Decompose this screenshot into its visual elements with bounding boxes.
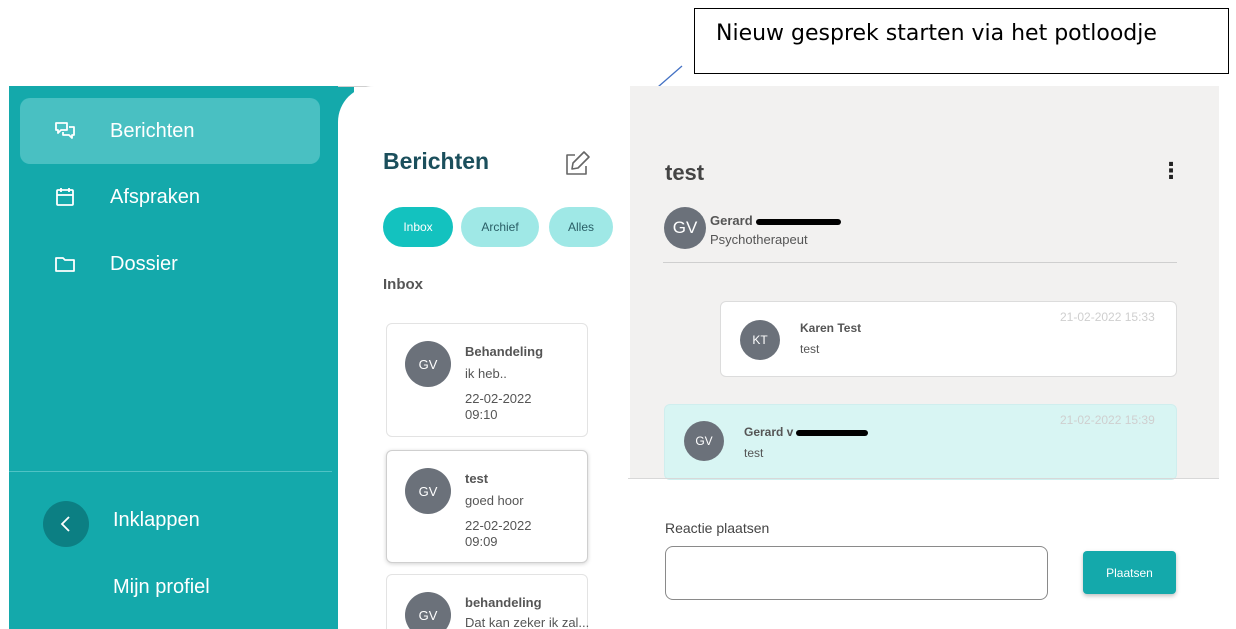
message-text: test bbox=[744, 446, 764, 460]
list-item[interactable]: GV behandeling Dat kan zeker ik zal... bbox=[386, 574, 590, 629]
avatar: GV bbox=[684, 421, 724, 461]
sidebar-divider bbox=[9, 471, 332, 472]
conversation-title: test bbox=[665, 160, 705, 185]
sidebar-item-afspraken[interactable]: Afspraken bbox=[20, 164, 320, 230]
filter-alles[interactable]: Alles bbox=[549, 207, 613, 247]
list-item[interactable]: GV Behandeling ik heb.. 22-02-2022 09:10 bbox=[386, 323, 588, 437]
conversation-panel: test ⋮ GV Gerard Psychotherapeut KT Kare… bbox=[630, 86, 1219, 480]
message-subject: Behandeling bbox=[465, 344, 544, 359]
my-profile-link[interactable]: Mijn profiel bbox=[113, 576, 210, 599]
avatar: GV bbox=[405, 592, 451, 629]
collapse-button[interactable] bbox=[43, 501, 89, 547]
avatar: GV bbox=[405, 341, 451, 387]
more-options-icon[interactable]: ⋮ bbox=[1160, 158, 1182, 184]
message-preview: goed hoor bbox=[465, 493, 524, 508]
sidebar-item-label: Dossier bbox=[110, 252, 178, 275]
avatar: GV bbox=[664, 207, 706, 249]
filter-archief[interactable]: Archief bbox=[461, 207, 539, 247]
message-timestamp: 21-02-2022 15:33 bbox=[1060, 310, 1155, 324]
list-item[interactable]: GV test goed hoor 22-02-2022 09:09 bbox=[386, 450, 588, 563]
collapse-label[interactable]: Inklappen bbox=[113, 509, 200, 532]
redaction-mark bbox=[796, 429, 869, 436]
chevron-left-icon bbox=[60, 516, 70, 532]
sender-role: Psychotherapeut bbox=[710, 232, 808, 247]
sidebar: Berichten Afspraken Dossier Inklappen Mi… bbox=[9, 86, 354, 629]
folder-icon bbox=[54, 253, 76, 275]
avatar: GV bbox=[405, 468, 451, 514]
header-divider bbox=[663, 262, 1177, 263]
message-subject: test bbox=[465, 471, 489, 486]
calendar-icon bbox=[54, 186, 76, 208]
chat-icon bbox=[54, 120, 76, 142]
message-bubble: GV Gerard v test 21-02-2022 15:39 bbox=[664, 404, 1177, 480]
message-subject: behandeling bbox=[465, 595, 542, 610]
message-preview: ik heb.. bbox=[465, 366, 507, 381]
section-label: Inbox bbox=[383, 276, 423, 293]
message-date: 22-02-2022 09:09 bbox=[465, 518, 532, 549]
message-text: test bbox=[800, 342, 820, 356]
reply-textarea[interactable] bbox=[665, 546, 1048, 600]
message-author: Karen Test bbox=[800, 321, 862, 335]
message-author: Gerard v bbox=[744, 425, 869, 439]
sidebar-item-label: Berichten bbox=[110, 119, 195, 142]
message-preview: Dat kan zeker ik zal... bbox=[465, 615, 590, 629]
annotation-callout: Nieuw gesprek starten via het potloodje bbox=[694, 8, 1229, 74]
sidebar-item-berichten[interactable]: Berichten bbox=[20, 98, 320, 164]
pencil-icon[interactable] bbox=[562, 149, 592, 179]
message-bubble: KT Karen Test test 21-02-2022 15:33 bbox=[720, 301, 1177, 377]
message-date: 22-02-2022 09:10 bbox=[465, 391, 532, 422]
message-list-panel: Berichten Inbox Archief Alles Inbox GV B… bbox=[338, 86, 630, 629]
page-title: Berichten bbox=[383, 148, 490, 174]
annotation-text: Nieuw gesprek starten via het potloodje bbox=[716, 21, 1157, 46]
sidebar-item-label: Afspraken bbox=[110, 185, 201, 208]
redaction-mark bbox=[755, 218, 841, 225]
reply-label: Reactie plaatsen bbox=[665, 520, 770, 536]
filter-inbox[interactable]: Inbox bbox=[383, 207, 453, 247]
sender-name: Gerard bbox=[710, 213, 841, 228]
message-timestamp: 21-02-2022 15:39 bbox=[1060, 413, 1155, 427]
post-button[interactable]: Plaatsen bbox=[1083, 551, 1176, 594]
sidebar-item-dossier[interactable]: Dossier bbox=[20, 231, 320, 297]
avatar: KT bbox=[740, 320, 780, 360]
reply-divider bbox=[628, 478, 1219, 479]
